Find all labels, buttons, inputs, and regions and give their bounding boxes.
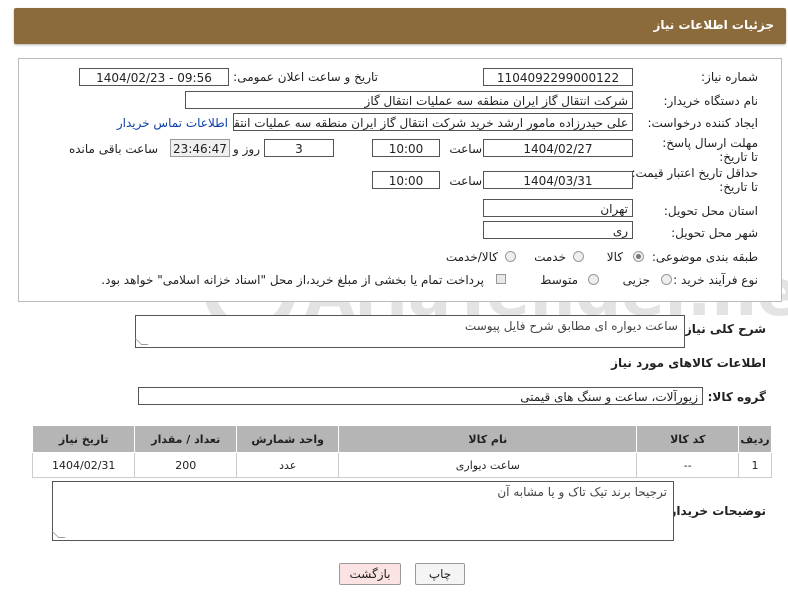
remaining-time-field: 23:46:47: [170, 139, 230, 157]
deadline-time-field: 10:00: [372, 139, 440, 157]
announce-date-label: تاریخ و ساعت اعلان عمومی:: [233, 70, 378, 84]
buyer-notes-label: توضیحات خریدار:: [664, 504, 766, 518]
need-number-label: شماره نیاز:: [701, 70, 758, 84]
goods-group-label: گروه کالا:: [707, 390, 766, 404]
days-label: روز و: [233, 142, 260, 156]
category-service-radio[interactable]: [573, 251, 584, 262]
col-name-header: نام کالا: [338, 425, 638, 453]
treasury-payment-note: پرداخت تمام یا بخشی از مبلغ خرید،از محل …: [101, 273, 484, 287]
city-field: ری: [483, 221, 633, 239]
goods-name-cell: ساعت دیواری: [338, 452, 638, 478]
goods-group-field: زیورآلات، ساعت و سنگ های قیمتی: [138, 387, 703, 405]
description-textarea[interactable]: ساعت دیواره ای مطابق شرح فایل پیوست: [135, 315, 685, 348]
deadline-label: مهلت ارسال پاسخ: تا تاریخ:: [662, 136, 758, 164]
category-goods-radio[interactable]: [633, 251, 644, 262]
remaining-label: ساعت باقی مانده: [68, 142, 158, 156]
buyer-notes-textarea[interactable]: ترجیحا برند تیک تاک و یا مشابه آن: [52, 481, 674, 541]
col-date-header: تاریخ نیاز: [31, 425, 136, 453]
unit-cell: عدد: [236, 452, 340, 478]
process-minor-label: جزیی: [622, 273, 650, 287]
category-label: طبقه بندی موضوعی:: [651, 250, 758, 264]
goods-table-header: ردیف کد کالا نام کالا واحد شمارش تعداد /…: [31, 425, 772, 453]
need-date-cell: 1404/02/31: [31, 452, 136, 478]
treasury-payment-checkbox[interactable]: [496, 274, 506, 284]
process-medium-radio[interactable]: [588, 274, 599, 285]
category-goods-label: کالا: [606, 250, 623, 264]
validity-date-field: 1404/03/31: [483, 171, 633, 189]
goods-section-title: اطلاعات کالاهای مورد نیاز: [611, 356, 766, 370]
col-code-header: کد کالا: [636, 425, 740, 453]
creator-label: ایجاد کننده درخواست:: [647, 116, 758, 130]
validity-time-field: 10:00: [372, 171, 440, 189]
row-number-cell: 1: [738, 452, 772, 478]
print-button[interactable]: چاپ: [415, 563, 465, 585]
back-button[interactable]: بازگشت: [339, 563, 401, 585]
quantity-cell: 200: [134, 452, 238, 478]
deadline-time-label: ساعت: [449, 142, 482, 156]
table-row: 1 -- ساعت دیواری عدد 200 1404/02/31: [31, 452, 772, 478]
process-minor-radio[interactable]: [661, 274, 672, 285]
col-row-header: ردیف: [738, 425, 772, 453]
validity-label: حداقل تاریخ اعتبار قیمت: تا تاریخ:: [631, 166, 758, 194]
need-number-field: 1104092299000122: [483, 68, 633, 86]
category-goods-service-radio[interactable]: [505, 251, 516, 262]
description-label: شرح کلی نیاز:: [680, 322, 766, 336]
buyer-label: نام دستگاه خریدار:: [663, 94, 759, 108]
process-medium-label: متوسط: [540, 273, 578, 287]
validity-time-label: ساعت: [449, 174, 482, 188]
creator-field: علی حیدرزاده مامور ارشد خرید شرکت انتقال…: [233, 113, 633, 131]
deadline-date-field: 1404/02/27: [483, 139, 633, 157]
header-bar: جزئیات اطلاعات نیاز: [14, 8, 786, 44]
province-label: استان محل تحویل:: [663, 204, 758, 218]
province-field: تهران: [483, 199, 633, 217]
goods-code-cell: --: [636, 452, 740, 478]
category-service-label: خدمت: [534, 250, 566, 264]
page-title: جزئیات اطلاعات نیاز: [653, 18, 774, 32]
announce-date-field: 1404/02/23 - 09:56: [79, 68, 229, 86]
days-field: 3: [264, 139, 334, 157]
buyer-contact-link[interactable]: اطلاعات تماس خریدار: [117, 116, 228, 130]
process-type-label: نوع فرآیند خرید :: [673, 273, 758, 287]
buyer-field: شرکت انتقال گاز ایران منطقه سه عملیات ان…: [185, 91, 633, 109]
col-unit-header: واحد شمارش: [236, 425, 340, 453]
col-qty-header: تعداد / مقدار: [134, 425, 238, 453]
city-label: شهر محل تحویل:: [671, 226, 758, 240]
goods-table: ردیف کد کالا نام کالا واحد شمارش تعداد /…: [31, 425, 772, 478]
category-goods-service-label: کالا/خدمت: [445, 250, 498, 264]
